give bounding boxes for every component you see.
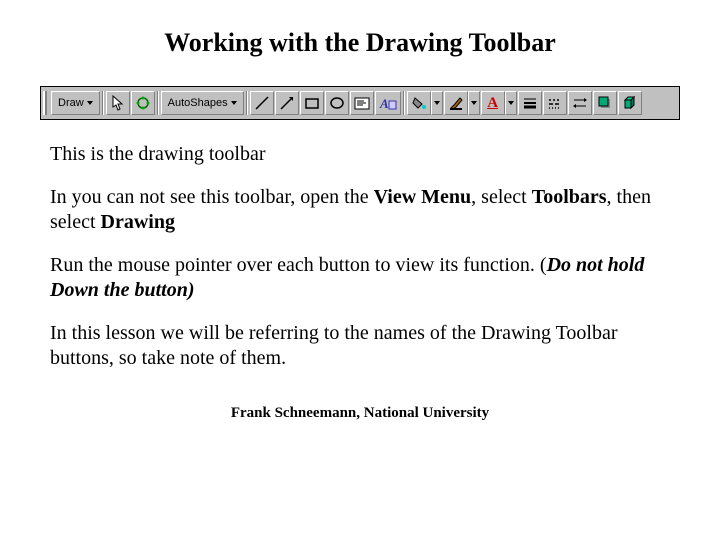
autoshapes-label: AutoShapes xyxy=(168,97,228,109)
dash-style-button[interactable] xyxy=(543,91,567,115)
separator xyxy=(403,91,405,115)
drawing-toolbar: Draw AutoShapes xyxy=(40,86,680,120)
shadow-button[interactable] xyxy=(593,91,617,115)
paragraph-4: In this lesson we will be referring to t… xyxy=(50,321,670,371)
separator xyxy=(157,91,159,115)
footer-credit: Frank Schneemann, National University xyxy=(50,405,670,422)
wordart-button[interactable]: A xyxy=(375,91,401,115)
line-style-button[interactable] xyxy=(518,91,542,115)
oval-button[interactable] xyxy=(325,91,349,115)
separator xyxy=(102,91,104,115)
font-a-icon: A xyxy=(487,95,498,112)
chevron-down-icon xyxy=(471,101,477,105)
text-box-button[interactable] xyxy=(350,91,374,115)
oval-icon xyxy=(329,95,345,111)
draw-menu-button[interactable]: Draw xyxy=(51,91,100,115)
dash-style-icon xyxy=(547,95,563,111)
shadow-icon xyxy=(597,95,613,111)
paragraph-2: In you can not see this toolbar, open th… xyxy=(50,185,670,235)
line-icon xyxy=(254,95,270,111)
line-color-button[interactable] xyxy=(444,91,480,115)
draw-menu-label: Draw xyxy=(58,97,84,109)
brush-icon xyxy=(448,95,464,111)
font-color-button[interactable]: A xyxy=(481,91,517,115)
rectangle-icon xyxy=(304,95,320,111)
pointer-icon xyxy=(111,95,125,111)
separator xyxy=(246,91,248,115)
page-title: Working with the Drawing Toolbar xyxy=(50,28,670,58)
chevron-down-icon xyxy=(87,101,93,105)
chevron-down-icon xyxy=(508,101,514,105)
free-rotate-button[interactable] xyxy=(131,91,155,115)
arrow-style-button[interactable] xyxy=(568,91,592,115)
arrow-button[interactable] xyxy=(275,91,299,115)
arrow-icon xyxy=(279,95,295,111)
rotate-icon xyxy=(135,95,151,111)
line-button[interactable] xyxy=(250,91,274,115)
body-text: This is the drawing toolbar In you can n… xyxy=(50,142,670,371)
select-objects-button[interactable] xyxy=(106,91,130,115)
cube-icon xyxy=(622,95,638,111)
wordart-icon: A xyxy=(379,95,397,111)
fill-color-button[interactable] xyxy=(407,91,443,115)
toolbar-grip[interactable] xyxy=(43,91,47,115)
svg-text:A: A xyxy=(379,96,389,111)
line-style-icon xyxy=(522,95,538,111)
three-d-button[interactable] xyxy=(618,91,642,115)
arrow-style-icon xyxy=(572,95,588,111)
chevron-down-icon xyxy=(434,101,440,105)
rectangle-button[interactable] xyxy=(300,91,324,115)
bucket-icon xyxy=(411,95,427,111)
textbox-icon xyxy=(354,95,370,111)
chevron-down-icon xyxy=(231,101,237,105)
paragraph-1: This is the drawing toolbar xyxy=(50,142,670,167)
autoshapes-menu-button[interactable]: AutoShapes xyxy=(161,91,244,115)
paragraph-3: Run the mouse pointer over each button t… xyxy=(50,253,670,303)
